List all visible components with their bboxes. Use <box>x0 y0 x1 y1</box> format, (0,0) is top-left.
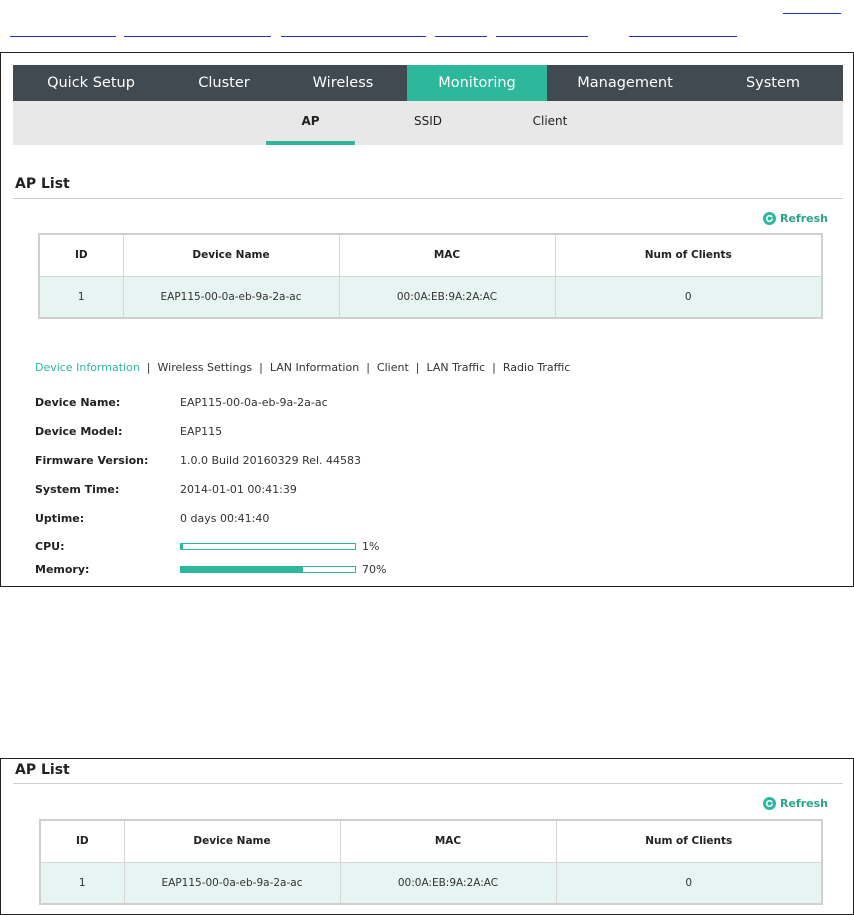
ap-table: ID Device Name MAC Num of Clients 1 EAP1… <box>38 233 823 319</box>
table-cell: 1 <box>38 275 124 319</box>
doc-link[interactable] <box>281 36 426 37</box>
table-cell: EAP115-00-0a-eb-9a-2a-ac <box>122 275 340 319</box>
ap-list-screenshot: AP List Refresh ID Device Name MAC Num o… <box>0 758 854 915</box>
section-title: AP List <box>15 176 70 192</box>
table-header: ID Device Name MAC Num of Clients <box>39 819 823 863</box>
tab-separator: | <box>366 361 370 374</box>
table-cell: 1 <box>39 861 125 905</box>
detail-tab-lan-information[interactable]: LAN Information <box>270 361 359 374</box>
detail-tabs: Device Information | Wireless Settings | LAN… <box>35 361 570 374</box>
cpu-usage-bar <box>180 543 356 550</box>
table-cell: 0 <box>554 275 823 319</box>
memory-usage-bar <box>180 566 356 573</box>
tab-management[interactable]: Management <box>547 65 703 101</box>
column-header: Device Name <box>123 819 341 863</box>
tab-quick-setup[interactable]: Quick Setup <box>13 65 169 101</box>
tab-separator: | <box>415 361 420 374</box>
ap-table: ID Device Name MAC Num of Clients 1 EAP1… <box>39 819 823 905</box>
tab-monitoring[interactable]: Monitoring <box>407 65 547 101</box>
table-cell: 00:0A:EB:9A:2A:AC <box>338 275 556 319</box>
detail-tab-client[interactable]: Client <box>377 361 409 374</box>
memory-usage-fill <box>181 567 303 572</box>
subtab-ap[interactable]: AP <box>266 101 355 145</box>
refresh-icon <box>763 797 776 810</box>
doc-link[interactable] <box>435 36 487 37</box>
detail-tab-radio-traffic[interactable]: Radio Traffic <box>503 361 570 374</box>
firmware-version-label: Firmware Version: <box>35 454 149 467</box>
sub-nav: AP SSID Client <box>13 101 843 145</box>
tab-separator: | <box>146 361 151 374</box>
column-header: Device Name <box>122 233 340 277</box>
monitoring-screenshot: Quick Setup Cluster Wireless Monitoring … <box>0 52 854 587</box>
column-header: Num of Clients <box>554 233 823 277</box>
column-header: Num of Clients <box>555 819 823 863</box>
tab-wireless[interactable]: Wireless <box>279 65 407 101</box>
doc-link[interactable] <box>124 36 271 37</box>
cpu-percent: 1% <box>362 540 380 553</box>
section-title: AP List <box>15 762 70 778</box>
table-cell: 0 <box>555 861 823 905</box>
tab-separator: | <box>492 361 496 374</box>
column-header: MAC <box>338 233 556 277</box>
column-header: ID <box>38 233 124 277</box>
firmware-version-value: 1.0.0 Build 20160329 Rel. 44583 <box>180 454 362 467</box>
subtab-ssid[interactable]: SSID <box>393 101 463 145</box>
tab-separator: | <box>259 361 263 374</box>
refresh-button[interactable]: Refresh <box>763 212 828 225</box>
subtab-client[interactable]: Client <box>515 101 585 145</box>
refresh-label: Refresh <box>780 797 828 810</box>
device-name-value: EAP115-00-0a-eb-9a-2a-ac <box>180 396 328 409</box>
cpu-label: CPU: <box>35 540 65 553</box>
document-link-bar <box>0 0 854 40</box>
refresh-label: Refresh <box>780 212 828 225</box>
doc-link[interactable] <box>10 36 116 37</box>
table-cell: EAP115-00-0a-eb-9a-2a-ac <box>123 861 341 905</box>
system-time-label: System Time: <box>35 483 120 496</box>
system-time-value: 2014-01-01 00:41:39 <box>180 483 297 496</box>
table-row[interactable]: 1 EAP115-00-0a-eb-9a-2a-ac 00:0A:EB:9A:2… <box>38 275 823 319</box>
memory-label: Memory: <box>35 563 90 576</box>
detail-tab-device-information[interactable]: Device Information <box>35 361 140 374</box>
detail-tab-lan-traffic[interactable]: LAN Traffic <box>426 361 485 374</box>
cpu-usage-fill <box>181 544 183 549</box>
tab-system[interactable]: System <box>703 65 843 101</box>
detail-tab-wireless-settings[interactable]: Wireless Settings <box>158 361 253 374</box>
section-divider <box>13 783 843 784</box>
memory-percent: 70% <box>362 563 387 576</box>
table-cell: 00:0A:EB:9A:2A:AC <box>339 861 557 905</box>
uptime-value: 0 days 00:41:40 <box>180 512 270 525</box>
section-divider <box>13 198 843 199</box>
doc-link[interactable] <box>783 13 841 14</box>
uptime-label: Uptime: <box>35 512 85 525</box>
doc-link[interactable] <box>629 36 737 37</box>
refresh-icon <box>763 212 776 225</box>
column-header: MAC <box>339 819 557 863</box>
device-model-label: Device Model: <box>35 425 123 438</box>
device-name-label: Device Name: <box>35 396 121 409</box>
table-header: ID Device Name MAC Num of Clients <box>38 233 823 277</box>
refresh-button[interactable]: Refresh <box>763 797 828 810</box>
doc-link[interactable] <box>496 36 588 37</box>
column-header: ID <box>39 819 125 863</box>
device-model-value: EAP115 <box>180 425 223 438</box>
main-nav: Quick Setup Cluster Wireless Monitoring … <box>13 65 843 101</box>
table-row[interactable]: 1 EAP115-00-0a-eb-9a-2a-ac 00:0A:EB:9A:2… <box>39 861 823 905</box>
tab-cluster[interactable]: Cluster <box>169 65 279 101</box>
